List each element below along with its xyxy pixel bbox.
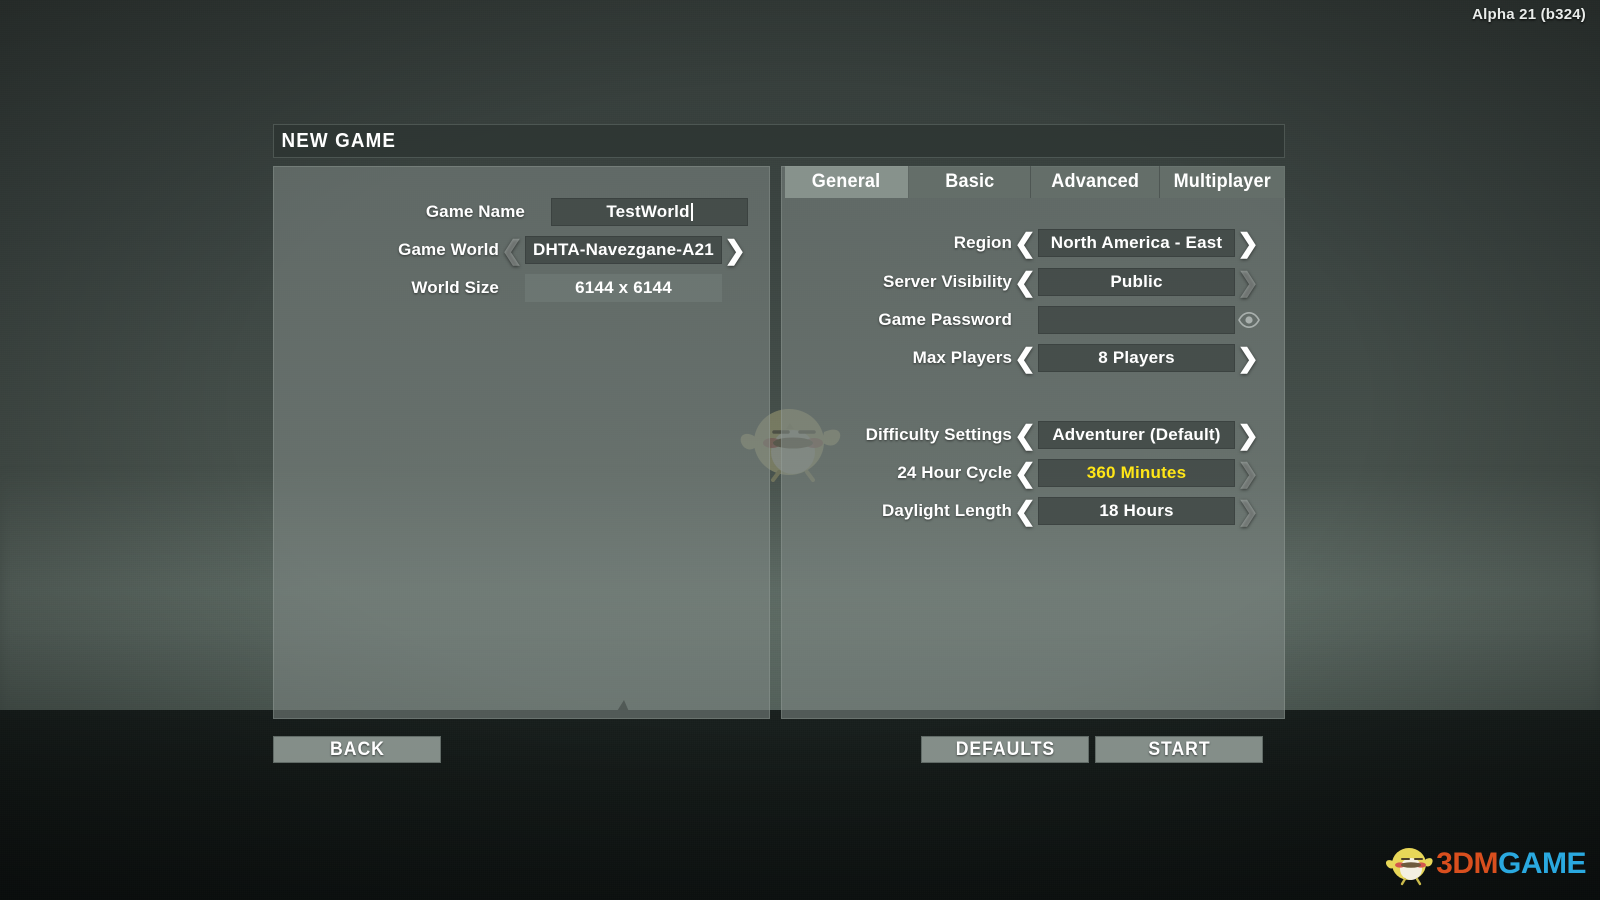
label-max-players: Max Players <box>912 348 1012 367</box>
settings-tab-bar: General Basic Advanced Multiplayer <box>785 166 1285 198</box>
label-game-world: Game World <box>398 240 499 259</box>
label-game-password: Game Password <box>878 310 1012 329</box>
daylight-prev-button[interactable]: ❮ <box>1012 498 1038 524</box>
back-button-label: BACK <box>329 738 385 760</box>
difficulty-prev-button[interactable]: ❮ <box>1012 422 1038 448</box>
tab-general-label: General <box>812 171 881 192</box>
watermark-text-3dm: 3DM <box>1436 847 1498 880</box>
row-24-hour-cycle: 24 Hour Cycle ❮ 360 Minutes ❯ <box>781 459 1285 487</box>
label-world-size: World Size <box>411 278 499 297</box>
site-watermark: 3DMGAME <box>1382 842 1587 886</box>
cycle-next-button[interactable]: ❯ <box>1235 460 1261 486</box>
daylight-next-button[interactable]: ❯ <box>1235 498 1261 524</box>
start-button[interactable]: START <box>1095 736 1263 763</box>
difficulty-value[interactable]: Adventurer (Default) <box>1038 421 1235 449</box>
defaults-button-label: DEFAULTS <box>955 738 1055 760</box>
row-region: Region ❮ North America - East ❯ <box>781 229 1285 257</box>
daylight-value[interactable]: 18 Hours <box>1038 497 1235 525</box>
region-prev-button[interactable]: ❮ <box>1012 230 1038 256</box>
tab-general[interactable]: General <box>785 166 909 198</box>
watermark-bird-icon <box>1386 848 1433 886</box>
row-daylight-length: Daylight Length ❮ 18 Hours ❯ <box>781 497 1285 525</box>
max-players-prev-button[interactable]: ❮ <box>1012 345 1038 371</box>
game-world-prev-button[interactable]: ❮ <box>499 237 525 263</box>
window-title-bar: NEW GAME <box>273 124 1285 158</box>
server-visibility-prev-button[interactable]: ❮ <box>1012 269 1038 295</box>
version-label: Alpha 21 (b324) <box>1472 6 1586 23</box>
start-button-label: START <box>1147 738 1211 760</box>
row-world-size: World Size ❮ 6144 x 6144 <box>273 274 770 302</box>
cycle-value[interactable]: 360 Minutes <box>1038 459 1235 487</box>
tab-multiplayer-label: Multiplayer <box>1173 171 1272 192</box>
region-value[interactable]: North America - East <box>1038 229 1235 257</box>
game-world-value[interactable]: DHTA-Navezgane-A21 <box>525 236 722 264</box>
world-size-value: 6144 x 6144 <box>525 274 722 302</box>
back-button[interactable]: BACK <box>273 736 441 763</box>
defaults-button[interactable]: DEFAULTS <box>921 736 1089 763</box>
label-game-name: Game Name <box>425 202 525 221</box>
label-daylight-length: Daylight Length <box>882 501 1012 520</box>
row-server-visibility: Server Visibility ❮ Public ❯ <box>781 268 1285 296</box>
tab-basic-label: Basic <box>944 171 995 192</box>
watermark-text: 3DMGAME <box>1436 849 1586 879</box>
label-difficulty-settings: Difficulty Settings <box>865 425 1012 444</box>
row-max-players: Max Players ❮ 8 Players ❯ <box>781 344 1285 372</box>
watermark-text-game: GAME <box>1498 847 1587 880</box>
game-name-input[interactable]: TestWorld <box>551 198 748 226</box>
label-region: Region <box>953 233 1012 252</box>
eye-icon[interactable] <box>1235 312 1263 328</box>
row-game-world: Game World ❮ DHTA-Navezgane-A21 ❯ <box>273 236 770 264</box>
game-world-next-button[interactable]: ❯ <box>722 237 748 263</box>
server-visibility-value[interactable]: Public <box>1038 268 1235 296</box>
tab-advanced-label: Advanced <box>1051 171 1139 192</box>
label-server-visibility: Server Visibility <box>883 272 1012 291</box>
game-password-input[interactable] <box>1038 306 1235 334</box>
game-name-value: TestWorld <box>606 202 690 221</box>
row-game-name: Game Name TestWorld <box>273 198 770 226</box>
max-players-next-button[interactable]: ❯ <box>1235 345 1261 371</box>
tab-basic[interactable]: Basic <box>909 166 1031 198</box>
difficulty-next-button[interactable]: ❯ <box>1235 422 1261 448</box>
page-title: NEW GAME <box>281 129 397 152</box>
tab-advanced[interactable]: Advanced <box>1031 166 1160 198</box>
tab-multiplayer[interactable]: Multiplayer <box>1160 166 1285 198</box>
row-difficulty-settings: Difficulty Settings ❮ Adventurer (Defaul… <box>781 421 1285 449</box>
region-next-button[interactable]: ❯ <box>1235 230 1261 256</box>
ground-layer <box>0 710 1600 900</box>
cycle-prev-button[interactable]: ❮ <box>1012 460 1038 486</box>
server-visibility-next-button[interactable]: ❯ <box>1235 269 1261 295</box>
max-players-value[interactable]: 8 Players <box>1038 344 1235 372</box>
text-caret <box>690 203 693 221</box>
row-game-password: Game Password ❮ <box>781 306 1285 334</box>
label-24-hour-cycle: 24 Hour Cycle <box>897 463 1012 482</box>
